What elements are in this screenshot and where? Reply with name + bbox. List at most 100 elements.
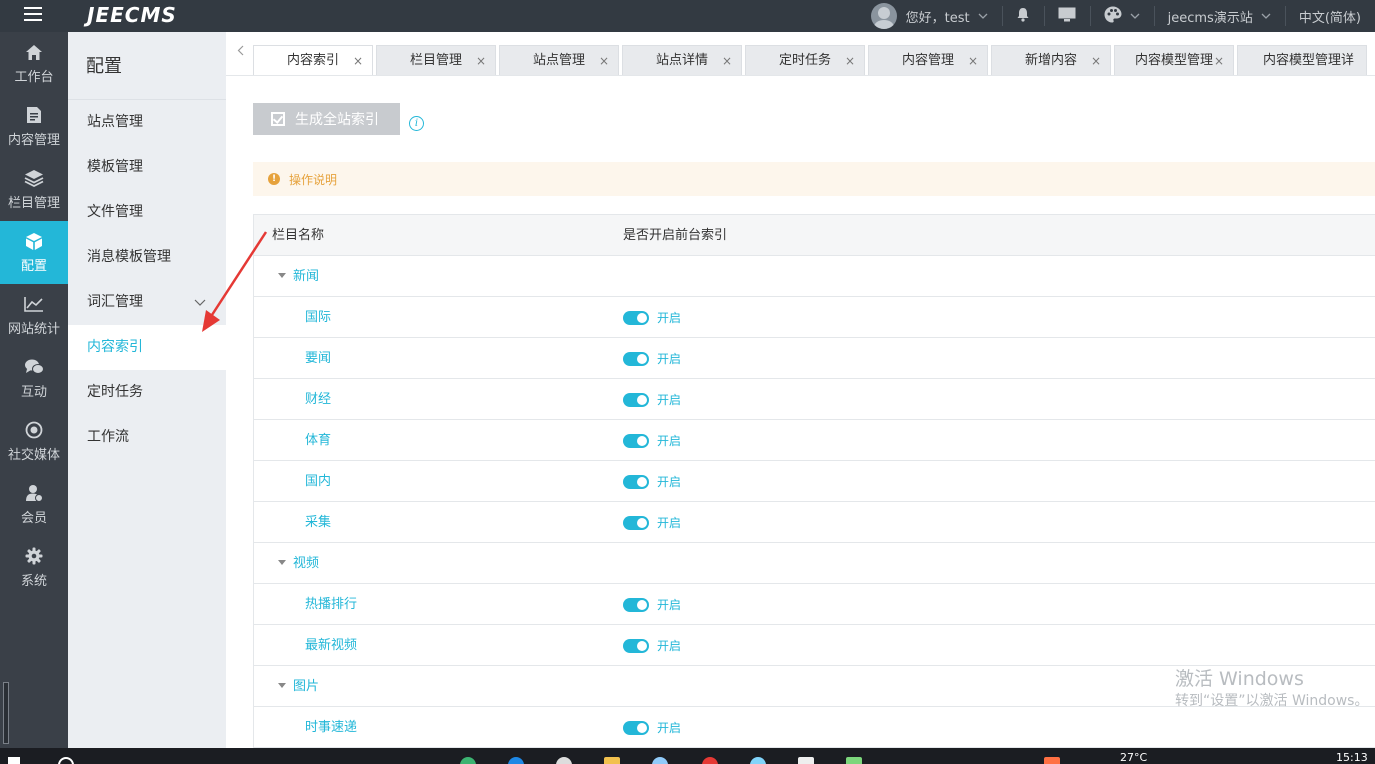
line-chart-icon — [24, 294, 44, 314]
close-icon[interactable]: × — [353, 46, 363, 75]
chevron-down-icon — [978, 11, 988, 22]
language-selector[interactable]: 中文(简体) — [1284, 0, 1375, 32]
group-name: 新闻 — [293, 269, 320, 284]
folder-icon[interactable] — [604, 757, 620, 764]
app-icon[interactable] — [556, 757, 572, 764]
windows-start-icon[interactable] — [8, 757, 20, 764]
table-row: 要闻 开启 — [254, 338, 1375, 379]
close-icon[interactable]: × — [722, 46, 732, 75]
group-toggle[interactable]: 图片 — [278, 666, 319, 707]
toggle-switch[interactable] — [623, 433, 649, 448]
notification-button[interactable] — [1001, 0, 1044, 32]
index-switch[interactable]: 开启 — [623, 707, 681, 748]
user-greeting: 您好，test — [905, 10, 970, 26]
channel-name[interactable]: 采集 — [305, 502, 331, 543]
toggle-switch[interactable] — [623, 515, 649, 530]
toggle-switch[interactable] — [623, 638, 649, 653]
channel-name[interactable]: 国际 — [305, 297, 331, 338]
group-toggle[interactable]: 新闻 — [278, 256, 319, 297]
tab-scheduled-task[interactable]: 定时任务 × — [745, 45, 865, 75]
index-switch[interactable]: 开启 — [623, 338, 681, 379]
preview-button[interactable] — [1043, 0, 1090, 32]
close-icon[interactable]: × — [845, 46, 855, 75]
channel-name[interactable]: 时事速递 — [305, 707, 357, 748]
app-icon[interactable] — [846, 757, 862, 764]
nav-item-stats[interactable]: 网站统计 — [0, 284, 68, 347]
nav-item-channel[interactable]: 栏目管理 — [0, 158, 68, 221]
index-switch[interactable]: 开启 — [623, 625, 681, 666]
close-icon[interactable]: × — [968, 46, 978, 75]
user-menu[interactable]: 您好，test — [857, 0, 1002, 32]
app-icon[interactable] — [702, 757, 718, 764]
tab-channel[interactable]: 栏目管理 × — [376, 45, 496, 75]
watermark-subtitle: 转到“设置”以激活 Windows。 — [1175, 693, 1369, 709]
top-bar: JEECMS 您好，test jeecms演示站 中文(简体) — [0, 0, 1375, 32]
submenu-item-message-template[interactable]: 消息模板管理 — [68, 235, 226, 280]
button-label: 生成全站索引 — [295, 112, 379, 128]
toggle-switch[interactable] — [623, 597, 649, 612]
tab-label: 栏目管理 — [409, 53, 462, 68]
app-icon[interactable] — [750, 757, 766, 764]
nav-item-interaction[interactable]: 互动 — [0, 347, 68, 410]
channel-name[interactable]: 要闻 — [305, 338, 331, 379]
nav-item-social[interactable]: 社交媒体 — [0, 410, 68, 473]
app-icon[interactable] — [798, 757, 814, 764]
submenu-item-file[interactable]: 文件管理 — [68, 190, 226, 235]
tab-site[interactable]: 站点管理 × — [499, 45, 619, 75]
nav-scrollbar[interactable] — [3, 682, 9, 744]
app-icon[interactable] — [460, 757, 476, 764]
close-icon[interactable]: × — [1091, 46, 1101, 75]
nav-item-content[interactable]: 内容管理 — [0, 95, 68, 158]
index-switch[interactable]: 开启 — [623, 584, 681, 625]
channel-name[interactable]: 最新视频 — [305, 625, 357, 666]
tab-content-model[interactable]: 内容模型管理 × — [1114, 45, 1234, 75]
search-icon[interactable] — [58, 757, 74, 764]
site-selector[interactable]: jeecms演示站 — [1153, 0, 1285, 32]
table-row: 最新视频 开启 — [254, 625, 1375, 666]
app-icon[interactable] — [652, 757, 668, 764]
toggle-switch[interactable] — [623, 310, 649, 325]
toggle-switch[interactable] — [623, 720, 649, 735]
toggle-switch[interactable] — [623, 474, 649, 489]
submenu-item-content-index[interactable]: 内容索引 — [68, 325, 226, 370]
channel-name[interactable]: 体育 — [305, 420, 331, 461]
index-switch[interactable]: 开启 — [623, 420, 681, 461]
group-toggle[interactable]: 视频 — [278, 543, 319, 584]
index-switch[interactable]: 开启 — [623, 379, 681, 420]
index-switch[interactable]: 开启 — [623, 461, 681, 502]
submenu-item-vocabulary[interactable]: 词汇管理 — [68, 280, 226, 325]
close-icon[interactable]: × — [1214, 46, 1224, 75]
tab-new-content[interactable]: 新增内容 × — [991, 45, 1111, 75]
index-switch[interactable]: 开启 — [623, 297, 681, 338]
info-icon[interactable]: i — [409, 116, 424, 131]
toggle-switch[interactable] — [623, 351, 649, 366]
app-icon[interactable] — [508, 757, 524, 764]
nav-item-config[interactable]: 配置 — [0, 221, 68, 284]
switch-label: 开启 — [657, 721, 682, 735]
submenu-item-workflow[interactable]: 工作流 — [68, 415, 226, 460]
submenu-item-template[interactable]: 模板管理 — [68, 145, 226, 190]
generate-index-button[interactable]: 生成全站索引 — [253, 103, 400, 135]
tab-content[interactable]: 内容管理 × — [868, 45, 988, 75]
document-icon — [24, 105, 44, 125]
close-icon[interactable]: × — [599, 46, 609, 75]
menu-toggle-icon[interactable] — [24, 7, 42, 23]
submenu-item-site[interactable]: 站点管理 — [68, 100, 226, 145]
tab-content-index[interactable]: 内容索引 × — [253, 45, 373, 75]
nav-item-member[interactable]: 会员 — [0, 473, 68, 536]
tab-content-model-detail[interactable]: 内容模型管理详 — [1237, 45, 1367, 75]
channel-name[interactable]: 财经 — [305, 379, 331, 420]
nav-item-workbench[interactable]: 工作台 — [0, 32, 68, 95]
index-switch[interactable]: 开启 — [623, 502, 681, 543]
channel-name[interactable]: 热播排行 — [305, 584, 357, 625]
toggle-switch[interactable] — [623, 392, 649, 407]
tab-site-detail[interactable]: 站点详情 × — [622, 45, 742, 75]
theme-button[interactable] — [1089, 0, 1154, 32]
channel-name[interactable]: 国内 — [305, 461, 331, 502]
nav-item-system[interactable]: 系统 — [0, 536, 68, 599]
close-icon[interactable]: × — [476, 46, 486, 75]
submenu-item-scheduled-task[interactable]: 定时任务 — [68, 370, 226, 415]
tab-scroll-left-icon[interactable] — [226, 45, 254, 59]
gear-icon — [24, 546, 44, 566]
app-icon[interactable] — [1044, 757, 1060, 764]
